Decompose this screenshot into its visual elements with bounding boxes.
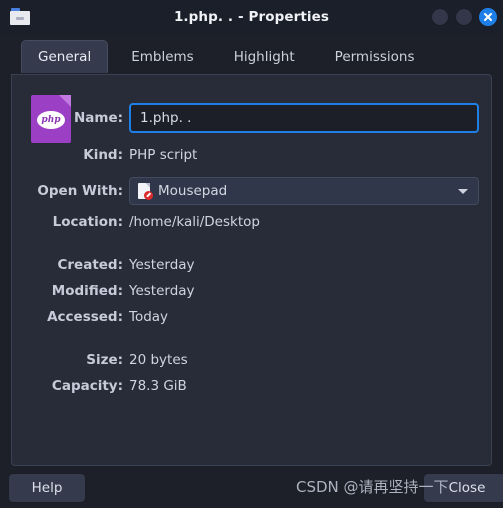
location-label: Location:: [52, 214, 123, 230]
tab-highlight[interactable]: Highlight: [217, 40, 312, 73]
modified-row: Modified: Yesterday: [12, 283, 195, 299]
size-row: Size: 20 bytes: [12, 352, 188, 368]
tab-emblems[interactable]: Emblems: [114, 40, 211, 73]
chevron-down-icon: [458, 189, 468, 194]
tab-general[interactable]: General: [21, 40, 109, 73]
name-input[interactable]: [129, 103, 479, 133]
general-tab-panel: php Name: Kind: PHP script Open With: Mo…: [11, 74, 492, 466]
kind-row: Kind: PHP script: [12, 147, 197, 163]
kind-value: PHP script: [129, 147, 198, 163]
mousepad-icon: [138, 182, 153, 200]
close-button[interactable]: Close: [423, 473, 503, 503]
name-row: Name:: [12, 103, 479, 133]
created-value: Yesterday: [129, 257, 195, 273]
tab-bar: General Emblems Highlight Permissions: [11, 40, 492, 76]
accessed-label: Accessed:: [47, 309, 123, 325]
properties-window: 1.php. . - Properties General Emblems Hi…: [0, 0, 503, 508]
location-row: Location: /home/kali/Desktop: [12, 214, 260, 230]
accessed-row: Accessed: Today: [12, 309, 168, 325]
created-label: Created:: [57, 257, 123, 273]
name-label: Name:: [73, 110, 123, 126]
accessed-value: Today: [129, 309, 169, 325]
open-with-row: Open With: Mousepad: [12, 177, 479, 205]
open-with-label: Open With:: [37, 183, 123, 199]
size-label: Size:: [86, 352, 123, 368]
close-icon: [484, 13, 492, 21]
created-row: Created: Yesterday: [12, 257, 195, 273]
capacity-label: Capacity:: [51, 378, 123, 394]
close-window-button[interactable]: [479, 8, 497, 26]
kind-label: Kind:: [83, 147, 123, 163]
tab-permissions[interactable]: Permissions: [318, 40, 432, 73]
size-value: 20 bytes: [129, 352, 188, 368]
maximize-button[interactable]: [455, 8, 473, 26]
location-value: /home/kali/Desktop: [129, 214, 260, 230]
open-with-value: Mousepad: [158, 183, 228, 199]
capacity-value: 78.3 GiB: [129, 378, 187, 394]
open-with-dropdown[interactable]: Mousepad: [129, 177, 479, 205]
minimize-button[interactable]: [431, 8, 449, 26]
help-button[interactable]: Help: [8, 473, 86, 503]
modified-label: Modified:: [51, 283, 123, 299]
capacity-row: Capacity: 78.3 GiB: [12, 378, 187, 394]
title-bar: 1.php. . - Properties: [0, 0, 503, 34]
modified-value: Yesterday: [129, 283, 195, 299]
window-title: 1.php. . - Properties: [173, 9, 330, 25]
window-controls: [431, 8, 497, 26]
